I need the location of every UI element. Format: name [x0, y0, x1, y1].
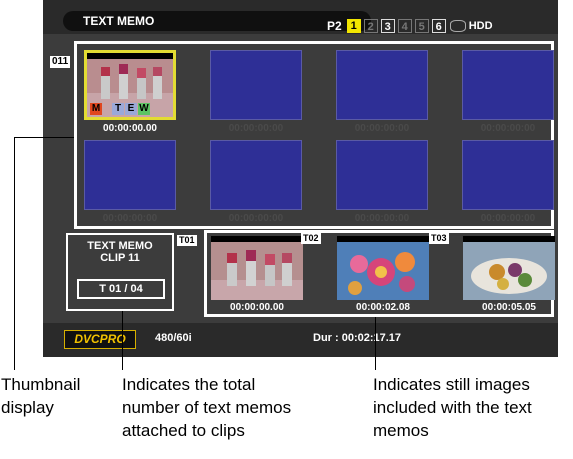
- clip-thumbnail[interactable]: 00:00:00:00: [84, 140, 176, 224]
- video-format: 480/60i: [155, 332, 192, 344]
- still-timecode: 00:00:02.08: [356, 302, 410, 313]
- hdd-label: HDD: [468, 20, 493, 32]
- clip-thumbnail-image: [462, 50, 554, 120]
- slot-3[interactable]: 3: [380, 19, 395, 33]
- flowers-photo: [337, 236, 429, 300]
- memo-title: TEXT MEMO: [87, 240, 153, 252]
- callout-line-thumbnail-v: [14, 137, 15, 370]
- clip-timecode: 00:00:00:00: [480, 123, 536, 134]
- still-label-t01: T01: [177, 235, 197, 246]
- clip-timecode: 00:00:00.00: [103, 123, 157, 134]
- clip-thumbnail[interactable]: 00:00:00:00: [336, 140, 428, 224]
- still-thumbnail[interactable]: 00:00:00.00: [211, 236, 303, 313]
- media-label: P2: [327, 19, 342, 33]
- clip-thumbnail-image: [336, 50, 428, 120]
- clip-thumbnail[interactable]: 00:00:00:00: [462, 50, 554, 134]
- still-label-t02: T02: [301, 233, 321, 244]
- memo-count: T 01 / 04: [77, 279, 165, 299]
- lipstick-photo: [211, 236, 303, 300]
- text-memo-stills: 00:00:00.00 00:00:02.08 00:00:05.05: [204, 230, 555, 317]
- badge-t: T: [112, 103, 124, 115]
- still-timecode: 00:00:00.00: [230, 302, 284, 313]
- still-timecode: 00:00:05.05: [482, 302, 536, 313]
- badge-m: M: [90, 103, 102, 115]
- clip-thumbnail[interactable]: 00:00:00:00: [336, 50, 428, 134]
- header-bar: TEXT MEMO P2 1 2 3 4 5 6 HDD: [43, 0, 558, 34]
- hdd-icon: [449, 20, 466, 32]
- callout-line-total: [122, 311, 123, 370]
- clip-number-label: 011: [50, 56, 71, 68]
- still-label-t03: T03: [429, 233, 449, 244]
- annotation-still-images: Indicates still images included with the…: [373, 375, 532, 440]
- callout-line-thumbnail-h: [14, 137, 74, 138]
- status-bar: DVCPRO 480/60i Dur : 00:02:17.17: [43, 323, 558, 357]
- status-badges: M T E W: [90, 103, 150, 115]
- clip-thumbnail-image: [84, 140, 176, 210]
- clip-thumbnail-image: M T E W: [84, 50, 176, 120]
- text-memo-screen: TEXT MEMO P2 1 2 3 4 5 6 HDD 011 M T E W…: [43, 0, 558, 357]
- clip-timecode: 00:00:00:00: [480, 213, 536, 224]
- clip-thumbnail[interactable]: 00:00:00:00: [210, 140, 302, 224]
- slot-1[interactable]: 1: [346, 19, 361, 33]
- clip-timecode: 00:00:00:00: [228, 123, 284, 134]
- slot-2[interactable]: 2: [363, 19, 378, 33]
- clip-timecode: 00:00:00:00: [354, 213, 410, 224]
- badge-w: W: [138, 103, 150, 115]
- clip-timecode: 00:00:00:00: [354, 123, 410, 134]
- slot-5[interactable]: 5: [414, 19, 429, 33]
- annotation-thumbnail-display: Thumbnail display: [1, 375, 81, 417]
- still-thumbnail[interactable]: 00:00:05.05: [463, 236, 555, 313]
- clip-duration: Dur : 00:02:17.17: [313, 332, 402, 344]
- clip-thumbnail-image: [210, 50, 302, 120]
- memo-clip-label: CLIP 11: [100, 252, 140, 264]
- clip-thumbnail[interactable]: 00:00:00:00: [462, 140, 554, 224]
- clip-thumbnail-image: [210, 140, 302, 210]
- clip-thumbnail[interactable]: 00:00:00:00: [210, 50, 302, 134]
- food-photo: [463, 236, 555, 300]
- thumbnail-grid: M T E W 00:00:00.00 00:00:00:00 00:00:00…: [74, 41, 554, 229]
- badge-e: E: [125, 103, 137, 115]
- codec-badge: DVCPRO: [64, 330, 136, 349]
- card-slot-indicator: P2 1 2 3 4 5 6 HDD: [327, 17, 493, 35]
- clip-thumbnail-image: [462, 140, 554, 210]
- still-thumbnail[interactable]: 00:00:02.08: [337, 236, 429, 313]
- text-memo-info: TEXT MEMO CLIP 11 T 01 / 04: [66, 233, 174, 311]
- still-image: [337, 236, 429, 300]
- callout-line-stills: [375, 317, 376, 370]
- slot-4[interactable]: 4: [397, 19, 412, 33]
- screen-title: TEXT MEMO: [63, 11, 371, 31]
- clip-timecode: 00:00:00:00: [228, 213, 284, 224]
- clip-thumbnail-image: [336, 140, 428, 210]
- slot-6[interactable]: 6: [431, 19, 446, 33]
- clip-timecode: 00:00:00:00: [102, 213, 158, 224]
- still-image: [463, 236, 555, 300]
- still-image: [211, 236, 303, 300]
- clip-thumbnail[interactable]: M T E W 00:00:00.00: [84, 50, 176, 134]
- annotation-total-memos: Indicates the total number of text memos…: [122, 375, 292, 440]
